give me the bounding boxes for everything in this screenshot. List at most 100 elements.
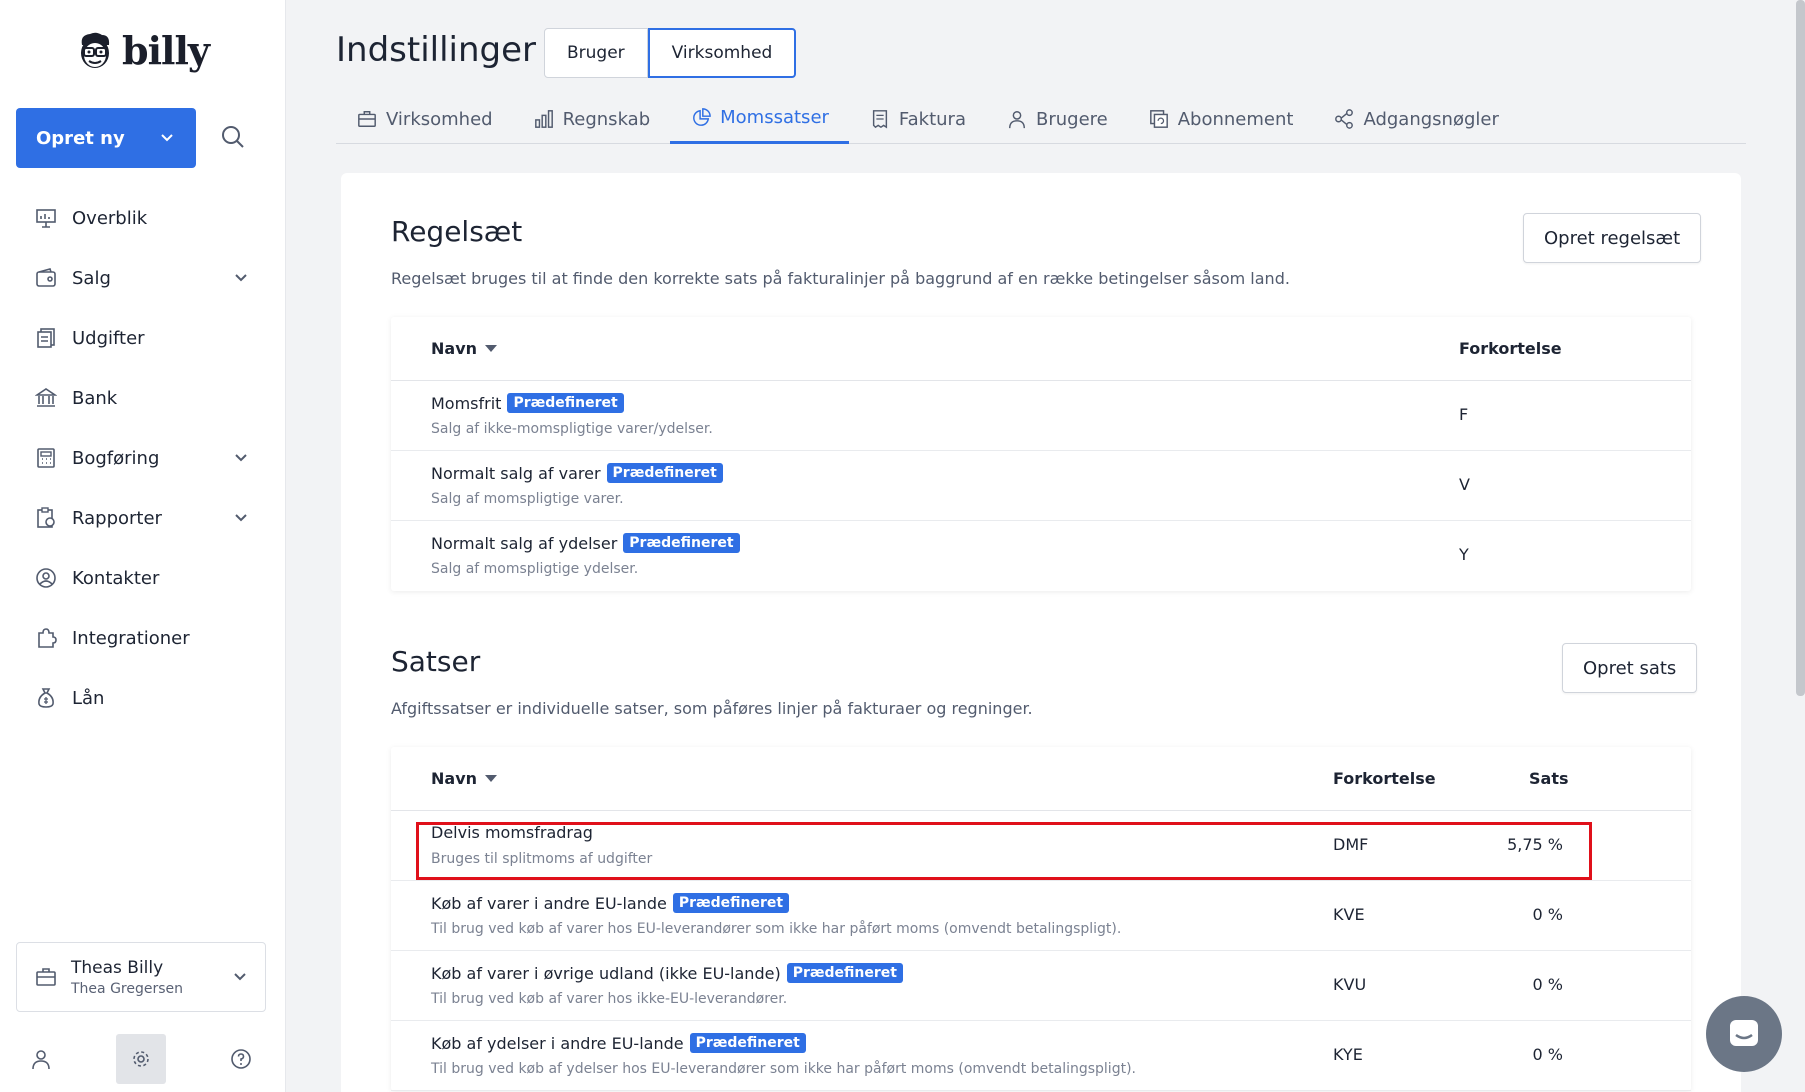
tab-label: Momssatser bbox=[720, 107, 829, 128]
row-description: Bruges til splitmoms af udgifter bbox=[431, 851, 653, 867]
row-description: Til brug ved køb af ydelser hos EU-lever… bbox=[431, 1061, 1136, 1077]
sidebar-item-label: Bogføring bbox=[72, 447, 160, 469]
sort-down-icon bbox=[485, 774, 498, 782]
tab-adgangsnoegler[interactable]: Adgangsnøgler bbox=[1313, 94, 1518, 144]
sidebar-item-rapporter[interactable]: Rapporter bbox=[0, 488, 286, 548]
vat-settings-card: Regelsæt Regelsæt bruges til at finde de… bbox=[341, 173, 1741, 1092]
rates-title: Satser bbox=[391, 645, 481, 678]
profile-button[interactable] bbox=[16, 1034, 66, 1084]
table-row[interactable]: Køb af ydelser i andre EU-lande Prædefine… bbox=[391, 1021, 1691, 1091]
sidebar-item-label: Bank bbox=[72, 387, 118, 409]
row-description: Til brug ved køb af varer hos EU-leveran… bbox=[431, 921, 1122, 937]
row-abbreviation: V bbox=[1459, 475, 1470, 494]
table-row[interactable]: Delvis momsfradrag Bruges til splitmoms … bbox=[391, 811, 1691, 881]
wallet-icon bbox=[34, 266, 58, 290]
row-abbreviation: KYE bbox=[1333, 1045, 1363, 1064]
rulesets-description: Regelsæt bruges til at finde den korrekt… bbox=[391, 269, 1290, 288]
sidebar-item-label: Kontakter bbox=[72, 567, 160, 589]
chat-icon bbox=[1730, 1020, 1758, 1046]
presentation-icon bbox=[34, 206, 58, 230]
settings-button[interactable] bbox=[116, 1034, 166, 1084]
table-row[interactable]: Normalt salg af varer Prædefineret Salg a… bbox=[391, 451, 1691, 521]
sidebar-item-udgifter[interactable]: Udgifter bbox=[0, 308, 286, 368]
tab-label: Adgangsnøgler bbox=[1363, 108, 1499, 130]
predefined-badge: Prædefineret bbox=[672, 893, 790, 913]
bank-icon bbox=[34, 386, 58, 410]
tab-abonnement[interactable]: Abonnement bbox=[1128, 94, 1314, 144]
tab-faktura[interactable]: Faktura bbox=[849, 94, 986, 144]
settings-scope-switch: Bruger Virksomhed bbox=[544, 28, 797, 78]
user-icon bbox=[32, 1050, 50, 1070]
create-rate-button[interactable]: Opret sats bbox=[1562, 643, 1698, 693]
sidebar-item-integrationer[interactable]: Integrationer bbox=[0, 608, 286, 668]
sidebar-item-label: Lån bbox=[72, 687, 105, 709]
sidebar-item-laan[interactable]: Lån bbox=[0, 668, 286, 728]
user-name: Thea Gregersen bbox=[71, 980, 184, 997]
sidebar-item-overblik[interactable]: Overblik bbox=[0, 188, 286, 248]
rates-description: Afgiftssatser er individuelle satser, so… bbox=[391, 699, 1033, 718]
sidebar: billy Opret ny Overblik Salg Udgifter Ba… bbox=[0, 0, 286, 1092]
row-name: Køb af varer i andre EU-lande bbox=[431, 893, 667, 913]
pie-chart-icon bbox=[690, 107, 712, 129]
create-new-button[interactable]: Opret ny bbox=[16, 108, 196, 168]
tab-virksomhed[interactable]: Virksomhed bbox=[336, 94, 513, 144]
sort-down-icon bbox=[485, 344, 498, 352]
table-row[interactable]: Køb af varer i øvrige udland (ikke EU-la… bbox=[391, 951, 1691, 1021]
rate-column-header: Sats bbox=[1529, 769, 1569, 788]
contact-icon bbox=[34, 566, 58, 590]
sidebar-item-bank[interactable]: Bank bbox=[0, 368, 286, 428]
scrollbar[interactable] bbox=[1796, 0, 1805, 696]
user-icon bbox=[1006, 108, 1028, 130]
create-ruleset-button[interactable]: Opret regelsæt bbox=[1523, 213, 1702, 263]
abbr-column-header: Forkortelse bbox=[1333, 769, 1436, 788]
chevron-down-icon bbox=[161, 134, 173, 142]
sidebar-item-label: Rapporter bbox=[72, 507, 162, 529]
sidebar-nav: Overblik Salg Udgifter Bank Bogføring Ra… bbox=[0, 188, 286, 728]
sidebar-item-label: Overblik bbox=[72, 207, 148, 229]
search-button[interactable] bbox=[220, 124, 250, 154]
table-row[interactable]: Normalt salg af ydelser Prædefineret Salg… bbox=[391, 521, 1691, 591]
row-rate: 0 % bbox=[1532, 1045, 1563, 1064]
chevron-down-icon bbox=[234, 973, 246, 981]
receipts-icon bbox=[34, 326, 58, 350]
predefined-badge: Prædefineret bbox=[786, 963, 903, 983]
row-abbreviation: F bbox=[1459, 405, 1469, 424]
page-title: Indstillinger bbox=[336, 30, 537, 70]
predefined-badge: Prædefineret bbox=[507, 393, 624, 413]
organization-switcher[interactable]: Theas Billy Thea Gregersen bbox=[16, 942, 266, 1012]
segment-virksomhed[interactable]: Virksomhed bbox=[647, 28, 797, 78]
tab-brugere[interactable]: Brugere bbox=[986, 94, 1128, 144]
row-abbreviation: DMF bbox=[1333, 835, 1369, 854]
table-header: Navn Forkortelse Sats bbox=[391, 747, 1691, 811]
row-description: Til brug ved køb af varer hos ikke-EU-le… bbox=[431, 991, 788, 1007]
tab-momssatser[interactable]: Momssatser bbox=[670, 94, 849, 144]
row-name: Køb af ydelser i andre EU-lande bbox=[431, 1033, 684, 1053]
create-new-label: Opret ny bbox=[36, 127, 125, 149]
table-row[interactable]: Køb af varer i andre EU-lande Prædefinere… bbox=[391, 881, 1691, 951]
help-button[interactable] bbox=[216, 1034, 266, 1084]
column-label: Navn bbox=[431, 339, 478, 358]
chat-launcher[interactable] bbox=[1706, 996, 1782, 1072]
tab-regnskab[interactable]: Regnskab bbox=[513, 94, 671, 144]
organization-name: Theas Billy bbox=[71, 957, 164, 978]
segment-bruger[interactable]: Bruger bbox=[544, 28, 648, 78]
help-icon bbox=[231, 1049, 251, 1069]
rates-table: Navn Forkortelse Sats Delvis momsfradrag… bbox=[391, 747, 1691, 1091]
logo-text: billy bbox=[122, 28, 210, 73]
row-description: Salg af ikke-momspligtige varer/ydelser. bbox=[431, 421, 713, 437]
sidebar-item-salg[interactable]: Salg bbox=[0, 248, 286, 308]
report-icon bbox=[34, 506, 58, 530]
sidebar-item-kontakter[interactable]: Kontakter bbox=[0, 548, 286, 608]
row-abbreviation: KVU bbox=[1333, 975, 1367, 994]
name-column-header[interactable]: Navn bbox=[431, 769, 498, 788]
row-description: Salg af momspligtige ydelser. bbox=[431, 561, 639, 577]
moneybag-icon bbox=[34, 686, 58, 710]
sidebar-item-bogforing[interactable]: Bogføring bbox=[0, 428, 286, 488]
chevron-down-icon bbox=[235, 274, 247, 282]
billy-logo[interactable]: billy bbox=[76, 28, 210, 73]
rulesets-table: Navn Forkortelse Momsfrit Prædefineret Sa… bbox=[391, 317, 1691, 591]
table-row[interactable]: Momsfrit Prædefineret Salg af ikke-momspl… bbox=[391, 381, 1691, 451]
tab-label: Abonnement bbox=[1177, 108, 1294, 130]
row-name: Normalt salg af ydelser bbox=[431, 533, 618, 553]
name-column-header[interactable]: Navn bbox=[431, 339, 498, 358]
